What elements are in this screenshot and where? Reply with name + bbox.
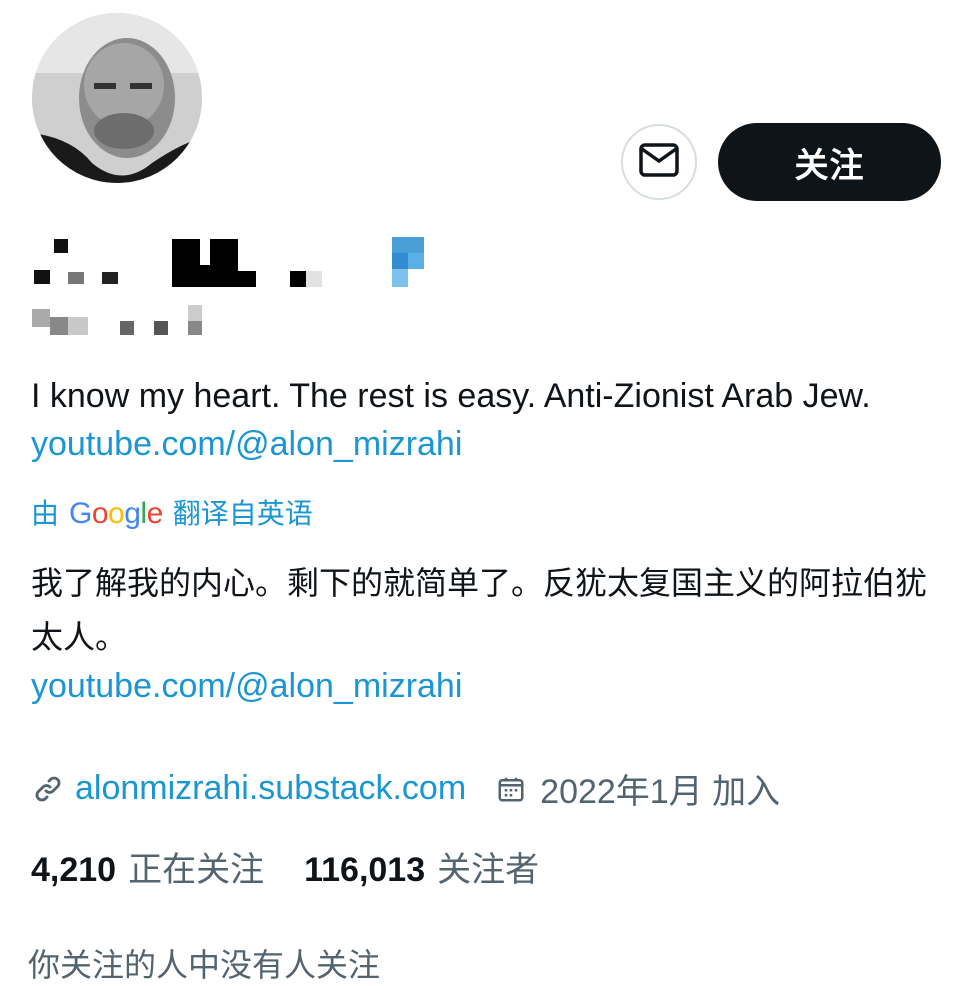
following-count[interactable]: 4,210 [31, 851, 116, 890]
calendar-icon [496, 774, 526, 804]
joined-date: 2022年1月 加入 [540, 773, 781, 811]
follow-button[interactable]: 关注 [718, 123, 941, 201]
followed-by-notice: 你关注的人中没有人关注 [28, 947, 381, 983]
mail-icon [639, 142, 679, 182]
bio-youtube-link[interactable]: youtube.com/@alon_mizrahi [31, 425, 462, 463]
bio-translated: 我了解我的内心。剩下的就简单了。反犹太复国主义的阿拉伯犹太人。 [31, 565, 928, 655]
translation-suffix: 翻译自英语 [172, 498, 313, 529]
website-link[interactable]: alonmizrahi.substack.com [75, 769, 466, 808]
translation-notice[interactable]: 由 Google 翻译自英语 [31, 492, 313, 532]
display-name-obscured [32, 235, 452, 295]
google-logo: Google [69, 497, 163, 530]
message-button[interactable] [621, 124, 697, 200]
link-icon [31, 772, 65, 806]
bio-translated-youtube-link[interactable]: youtube.com/@alon_mizrahi [31, 664, 462, 708]
follow-stats: 4,210 正在关注 116,013 关注者 [31, 842, 579, 891]
profile-meta: alonmizrahi.substack.com 2022年1月 加入 [31, 764, 780, 813]
bio-english: I know my heart. The rest is easy. Anti-… [31, 372, 931, 468]
translation-prefix: 由 [31, 498, 60, 529]
bio-english-text: I know my heart. The rest is easy. Anti-… [31, 377, 871, 415]
followers-label[interactable]: 关注者 [437, 842, 539, 891]
handle-obscured [32, 303, 292, 343]
avatar[interactable] [32, 13, 202, 183]
following-label[interactable]: 正在关注 [128, 842, 264, 891]
followers-count[interactable]: 116,013 [304, 851, 425, 890]
